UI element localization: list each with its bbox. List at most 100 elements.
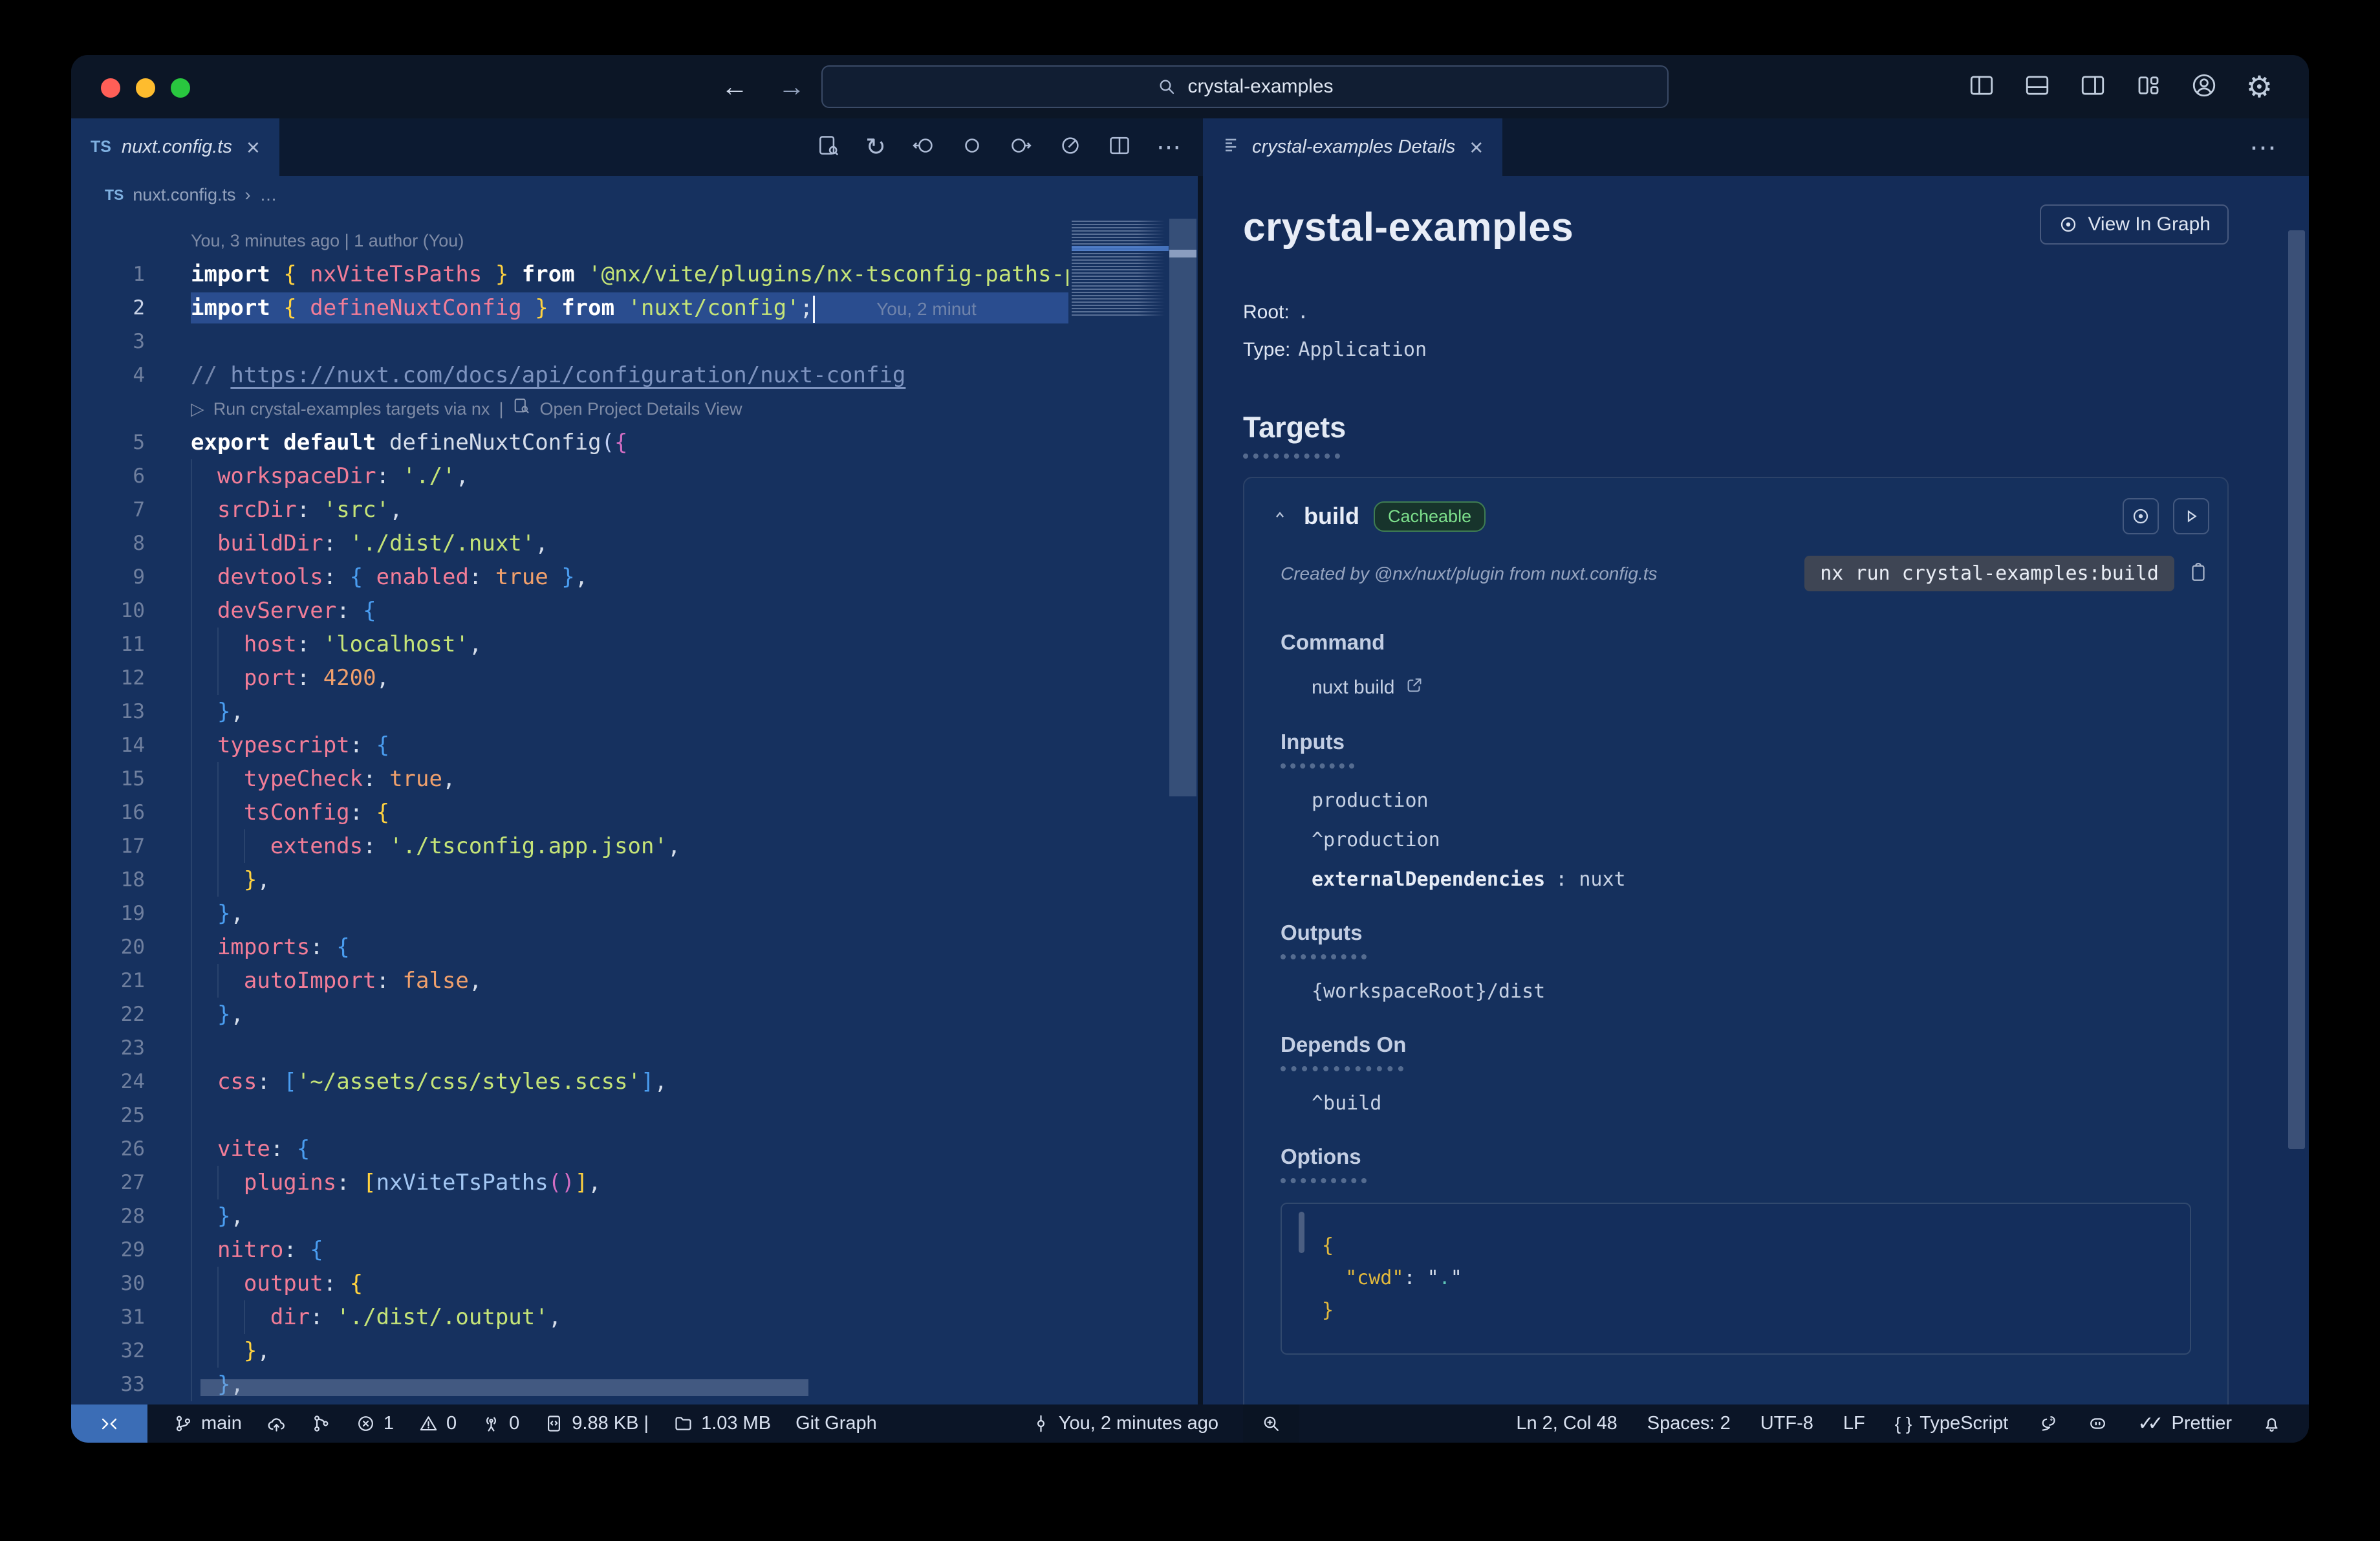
change-icon[interactable] [960, 133, 984, 161]
codelens[interactable]: ▷ Run crystal-examples targets via nx | Ope… [71, 392, 1198, 426]
code-line-content[interactable]: }, [168, 695, 1198, 728]
minimap[interactable] [1068, 213, 1198, 1404]
codelens-run-link[interactable]: Run crystal-examples targets via nx [213, 392, 490, 426]
status-eol[interactable]: LF [1843, 1404, 1865, 1443]
open-project-details-icon[interactable] [816, 133, 841, 161]
code-line-content[interactable]: buildDir: './dist/.nuxt', [168, 527, 1198, 560]
code-line-content[interactable]: vite: { [168, 1132, 1198, 1166]
status-notifications[interactable] [2262, 1404, 2282, 1443]
code-line-content[interactable]: output: { [168, 1267, 1198, 1300]
toggle-secondary-sidebar-icon[interactable] [2079, 72, 2106, 102]
status-remote-indicator[interactable] [71, 1404, 147, 1443]
code-line-content[interactable]: autoImport: false, [168, 964, 1198, 998]
collapse-chevron-icon[interactable] [1270, 505, 1290, 528]
code-line-content[interactable]: css: ['~/assets/css/styles.scss'], [168, 1065, 1198, 1098]
customize-layout-icon[interactable] [2135, 72, 2162, 102]
copy-command-button[interactable] [2187, 561, 2209, 586]
status-errors[interactable]: 1 [356, 1404, 394, 1443]
code-line[interactable]: 5 export default defineNuxtConfig({ [71, 426, 1198, 459]
status-source-control-graph[interactable] [311, 1404, 331, 1443]
status-indentation[interactable]: Spaces: 2 [1647, 1404, 1731, 1443]
status-git-branch[interactable]: main [173, 1404, 242, 1443]
code-line[interactable]: 27 plugins: [nxViteTsPaths()], [71, 1166, 1198, 1199]
codelens-open-link[interactable]: Open Project Details View [539, 392, 742, 426]
status-prettier[interactable]: ✓✓ Prettier [2137, 1404, 2232, 1443]
status-squirrel-extension[interactable] [2038, 1404, 2058, 1443]
status-cursor-position[interactable]: Ln 2, Col 48 [1516, 1404, 1617, 1443]
more-tabs-icon[interactable]: ⋯ [2249, 118, 2309, 176]
code-line-content[interactable]: host: 'localhost', [168, 628, 1198, 661]
code-line-content[interactable]: port: 4200, [168, 661, 1198, 695]
code-line[interactable]: 10 devServer: { [71, 594, 1198, 628]
navigate-back-button[interactable]: ← [721, 71, 748, 102]
refresh-icon[interactable]: ↻ [865, 135, 886, 160]
code-line[interactable]: 19 }, [71, 897, 1198, 930]
code-line[interactable]: 16 tsConfig: { [71, 796, 1198, 829]
breadcrumb[interactable]: TS nuxt.config.ts › … [71, 176, 1198, 213]
code-line[interactable]: 17 extends: './tsconfig.app.json', [71, 829, 1198, 863]
status-git-blame[interactable]: You, 2 minutes ago [1031, 1404, 1218, 1443]
code-line[interactable]: 9 devtools: { enabled: true }, [71, 560, 1198, 594]
code-line[interactable]: 24 css: ['~/assets/css/styles.scss'], [71, 1065, 1198, 1098]
code-line-content[interactable] [168, 325, 1198, 358]
options-json-editor[interactable]: { "cwd": "."} [1281, 1203, 2191, 1355]
code-line[interactable]: 13 }, [71, 695, 1198, 728]
status-language-mode[interactable]: { } TypeScript [1895, 1404, 2008, 1443]
code-line-content[interactable]: typeCheck: true, [168, 762, 1198, 796]
code-line-content[interactable]: }, [168, 897, 1198, 930]
code-line[interactable]: 29 nitro: { [71, 1233, 1198, 1267]
editor-panel-splitter[interactable] [1198, 176, 1203, 1404]
next-change-icon[interactable] [1009, 133, 1033, 161]
maximize-window-button[interactable] [171, 78, 190, 98]
code-line[interactable]: 26 vite: { [71, 1132, 1198, 1166]
code-line[interactable]: 30 output: { [71, 1267, 1198, 1300]
status-copilot[interactable] [2088, 1404, 2108, 1443]
code-line[interactable]: 15 typeCheck: true, [71, 762, 1198, 796]
code-line[interactable]: 4 // https://nuxt.com/docs/api/configurat… [71, 358, 1198, 392]
code-line-content[interactable]: }, [168, 1199, 1198, 1233]
code-line-content[interactable]: import { defineNuxtConfig } from 'nuxt/c… [168, 291, 1198, 325]
code-line-content[interactable]: dir: './dist/.output', [168, 1300, 1198, 1334]
code-line[interactable]: 22 }, [71, 998, 1198, 1031]
code-line[interactable]: 3 [71, 325, 1198, 358]
settings-gear-icon[interactable]: ⚙ [2246, 72, 2273, 102]
status-file-size[interactable]: 9.88 KB | [544, 1404, 649, 1443]
code-line-content[interactable] [168, 1031, 1198, 1065]
code-line-content[interactable]: export default defineNuxtConfig({ [168, 426, 1198, 459]
view-target-in-graph-button[interactable] [2123, 498, 2159, 534]
external-link-icon[interactable] [1405, 675, 1424, 700]
run-target-icon[interactable] [1058, 133, 1083, 161]
code-line[interactable]: 2 import { defineNuxtConfig } from 'nuxt/… [71, 291, 1198, 325]
status-git-graph[interactable]: Git Graph [795, 1404, 877, 1443]
code-line-content[interactable]: extends: './tsconfig.app.json', [168, 829, 1198, 863]
code-line[interactable]: 12 port: 4200, [71, 661, 1198, 695]
code-line-content[interactable]: devServer: { [168, 594, 1198, 628]
code-line-content[interactable]: nitro: { [168, 1233, 1198, 1267]
minimize-window-button[interactable] [136, 78, 155, 98]
status-publish-changes[interactable] [266, 1404, 287, 1443]
code-line-content[interactable]: }, [168, 863, 1198, 897]
code-line-content[interactable]: typescript: { [168, 728, 1198, 762]
code-line-content[interactable]: plugins: [nxViteTsPaths()], [168, 1166, 1198, 1199]
code-line-content[interactable]: import { nxViteTsPaths } from '@nx/vite/… [168, 257, 1198, 291]
close-window-button[interactable] [101, 78, 120, 98]
toggle-primary-sidebar-icon[interactable] [1968, 72, 1995, 102]
previous-change-icon[interactable] [911, 133, 935, 161]
code-line[interactable]: 14 typescript: { [71, 728, 1198, 762]
code-line[interactable]: 25 [71, 1098, 1198, 1132]
navigate-forward-button[interactable]: → [778, 71, 805, 102]
more-actions-icon[interactable]: ⋯ [1156, 135, 1181, 160]
breadcrumb-file[interactable]: nuxt.config.ts [133, 185, 235, 205]
code-line[interactable]: 20 imports: { [71, 930, 1198, 964]
code-editor[interactable]: You, 3 minutes ago | 1 author (You) 1 impo… [71, 213, 1198, 1404]
close-tab-icon[interactable]: × [246, 134, 260, 161]
run-target-button[interactable] [2173, 498, 2209, 534]
nx-run-command-chip[interactable]: nx run crystal-examples:build [1804, 556, 2174, 591]
status-warnings[interactable]: 0 [418, 1404, 457, 1443]
code-line[interactable]: 32 }, [71, 1334, 1198, 1368]
code-line[interactable]: 1 import { nxViteTsPaths } from '@nx/vite… [71, 257, 1198, 291]
status-zoom[interactable] [1243, 1404, 1300, 1443]
code-line-content[interactable]: }); [168, 1401, 1198, 1404]
breadcrumb-more[interactable]: … [259, 185, 277, 205]
status-ports[interactable]: 0 [481, 1404, 519, 1443]
